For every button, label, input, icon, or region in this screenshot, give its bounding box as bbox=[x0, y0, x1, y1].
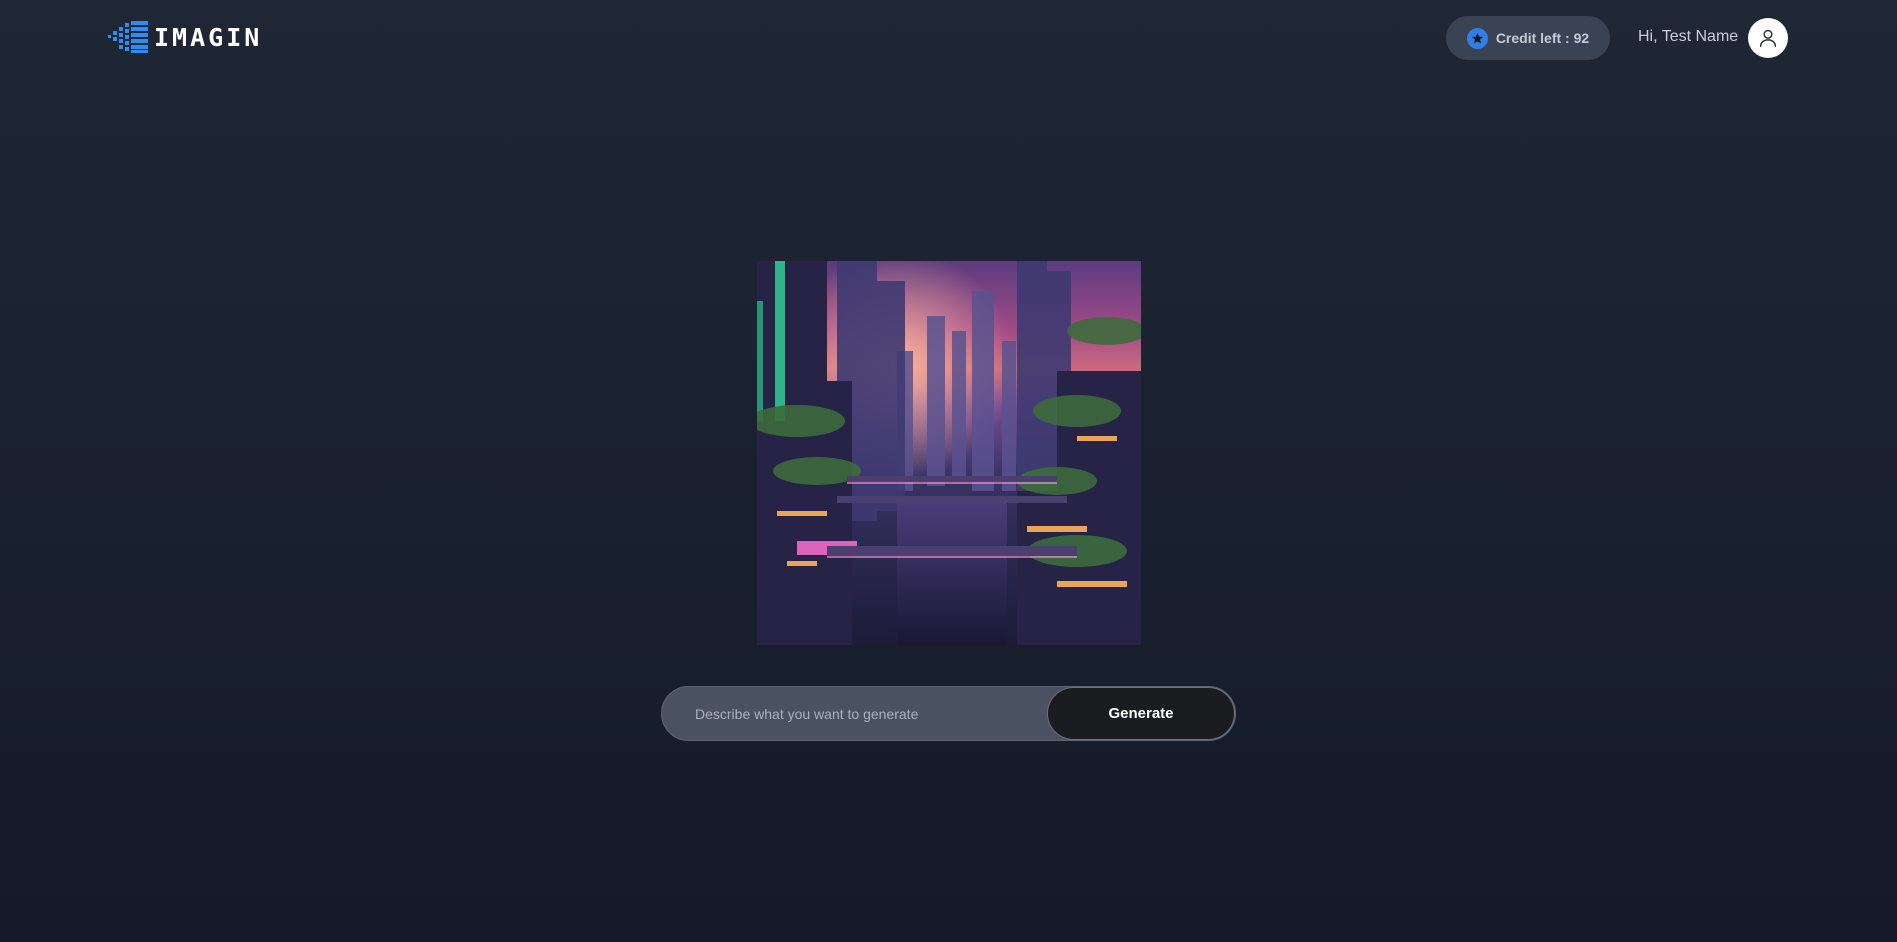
brand-logo[interactable]: IMAGIN bbox=[108, 20, 262, 54]
user-icon bbox=[1759, 29, 1777, 47]
logo-text: IMAGIN bbox=[154, 22, 263, 52]
prompt-input[interactable] bbox=[662, 687, 1047, 740]
pixel-logo-icon bbox=[108, 21, 148, 53]
credit-badge[interactable]: Credit left : 92 bbox=[1446, 16, 1610, 60]
star-coin-icon bbox=[1466, 27, 1488, 49]
user-avatar-button[interactable] bbox=[1748, 18, 1788, 58]
prompt-bar: Generate bbox=[661, 686, 1236, 741]
generated-image bbox=[757, 261, 1141, 645]
user-greeting: Hi, Test Name bbox=[1638, 28, 1739, 45]
credit-left-label: Credit left : 92 bbox=[1495, 30, 1590, 46]
generate-button[interactable]: Generate bbox=[1047, 687, 1235, 740]
